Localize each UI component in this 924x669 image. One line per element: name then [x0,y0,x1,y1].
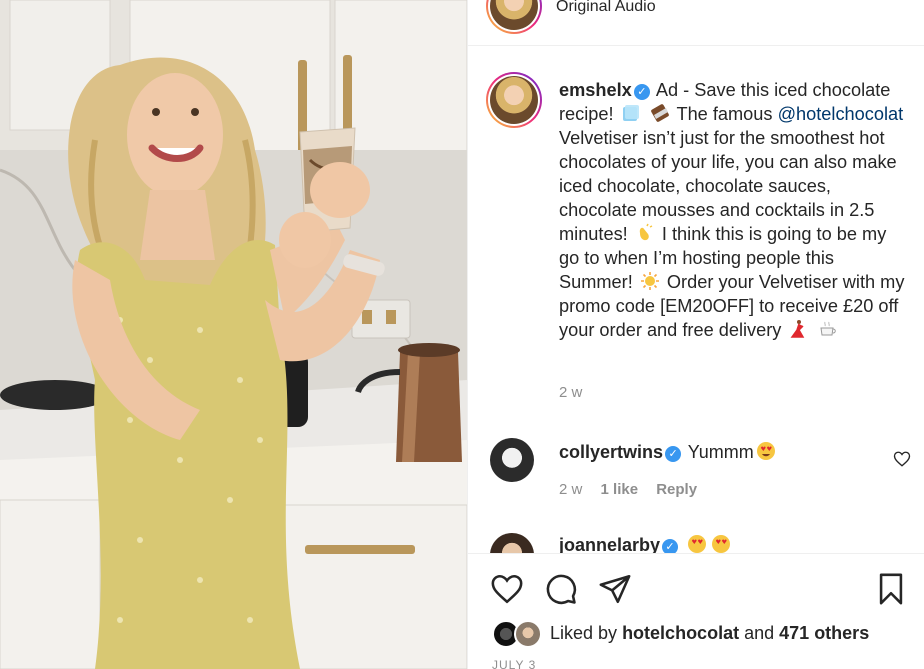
post-date: JULY 3 [492,658,537,669]
action-bar: Liked by hotelchocolat and 471 others JU… [468,553,924,669]
comment-text: joannelarby ✓ [559,534,733,553]
likes-prefix: Liked by [550,623,618,643]
author-avatar[interactable] [486,0,542,34]
sun-icon [640,272,659,290]
mention-link[interactable]: @hotelchocolat [778,104,904,124]
dancer-icon [791,320,805,338]
caption-username[interactable]: emshelx [559,80,632,100]
bookmark-icon[interactable] [874,572,908,606]
verified-badge-icon: ✓ [633,84,650,100]
comment-item: joannelarby ✓ [468,530,924,553]
comment-meta: 2 w 1 like Reply [559,481,711,498]
heart-eyes-icon [756,442,775,460]
caption-author-avatar[interactable] [486,72,542,128]
comment-likes[interactable]: 1 like [601,481,639,498]
comment-like-heart-icon[interactable] [893,450,911,468]
liked-by: Liked by hotelchocolat and 471 others [492,618,912,648]
hot-beverage-icon [819,321,836,336]
ice-cube-icon [622,105,639,121]
audio-row: Original Audio [468,0,924,46]
comment-text: collyertwins ✓ Yummm [559,441,778,463]
comment-username[interactable]: collyertwins [559,442,663,462]
share-icon[interactable] [598,572,632,606]
comment-username[interactable]: joannelarby [559,535,660,553]
verified-badge-icon: ✓ [665,446,682,462]
comment-time[interactable]: 2 w [559,481,582,498]
likes-text: Liked by hotelchocolat and 471 others [550,623,869,644]
original-audio-link[interactable]: Original Audio [556,0,656,16]
post-photo [0,0,467,669]
comment-body: Yummm [687,442,754,462]
clapping-hand-icon [639,223,653,241]
commenter-avatar[interactable] [490,438,534,482]
heart-eyes-icon [712,535,731,553]
likes-middle: and [744,623,775,643]
post-time[interactable]: 2 w [559,384,582,401]
likes-user[interactable]: hotelchocolat [622,623,739,643]
heart-icon[interactable] [490,572,524,606]
liker-avatar[interactable] [514,620,542,648]
likes-count[interactable]: 471 others [779,623,869,643]
caption-part-2: The famous [676,104,773,124]
verified-badge-icon: ✓ [662,539,679,553]
post-details-panel: Original Audio emshelx ✓ Ad - Save this i… [467,0,924,669]
reply-button[interactable]: Reply [656,481,697,498]
caption-text: emshelx ✓ Ad - Save this iced chocolate r… [559,78,911,342]
chocolate-bar-icon [650,104,669,122]
comment-icon[interactable] [544,572,578,606]
commenter-avatar[interactable] [490,533,534,553]
heart-eyes-icon [688,535,707,553]
